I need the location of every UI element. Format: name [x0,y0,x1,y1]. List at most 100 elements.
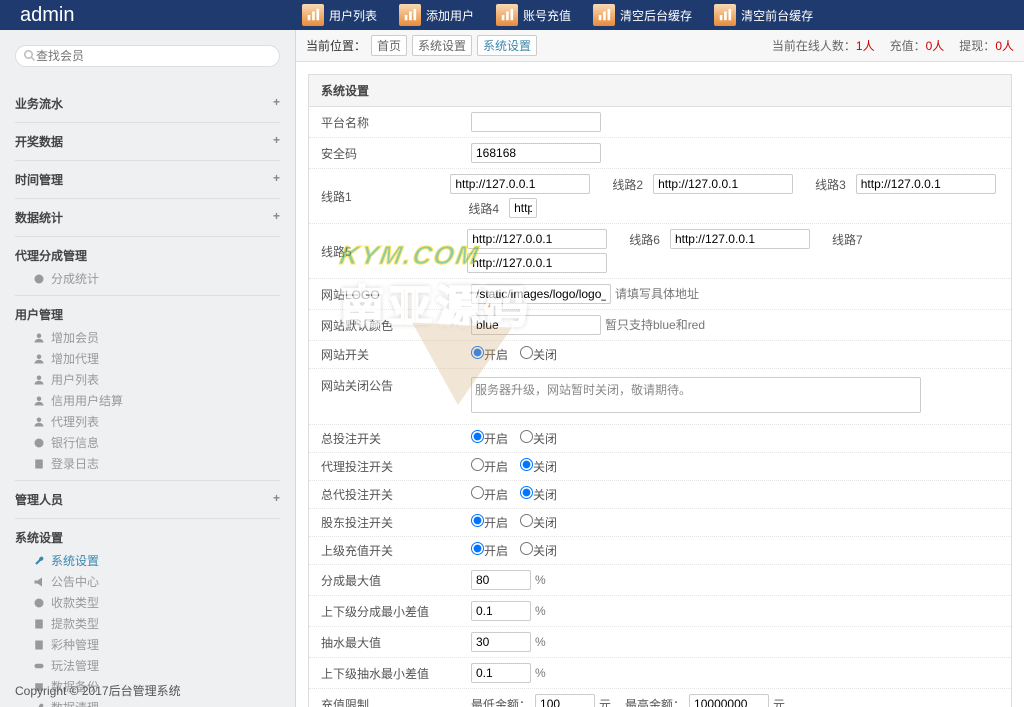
hint-color: 暂只支持blue和red [605,318,705,332]
crumb-home[interactable]: 首页 [371,35,407,56]
menu-biz[interactable]: 业务流水+ [15,91,280,116]
crumb-system[interactable]: 系统设置 [412,35,472,56]
sidebar-lottery-mgmt[interactable]: 彩种管理 [33,634,280,655]
sidebar-user-list[interactable]: 用户列表 [33,369,280,390]
label-platform-name: 平台名称 [321,114,471,131]
label-line3: 线路3 [815,176,846,193]
input-line1[interactable] [450,174,590,194]
input-default-color[interactable] [471,315,601,335]
expand-icon: + [273,209,280,226]
radio-totalbet-off[interactable] [520,430,533,443]
search-icon [24,50,36,62]
input-water-max[interactable] [471,632,531,652]
sidebar-agent-list[interactable]: 代理列表 [33,411,280,432]
horn-icon [33,576,45,588]
topnav-clear-frontend[interactable]: 清空前台缓存 [708,2,819,28]
gear-icon [33,437,45,449]
search-box[interactable] [15,45,280,67]
recharge-count: 0人 [926,39,945,53]
main-content: 当前位置： 首页 系统设置 系统设置 当前在线人数：1人 充值：0人 提现：0人… [296,30,1024,707]
money-icon [33,597,45,609]
radio-sharebet-off[interactable] [520,514,533,527]
topnav-recharge[interactable]: 账号充值 [490,2,577,28]
user-icon [33,332,45,344]
label-recharge-limit: 充值限制 [321,696,471,707]
menu-system-group[interactable]: 系统设置 [15,525,280,550]
radio-generalbet-off[interactable] [520,486,533,499]
input-recharge-low[interactable] [535,694,595,707]
menu-lottery[interactable]: 开奖数据+ [15,129,280,154]
brand-title: admin [0,4,296,27]
label-line6: 线路6 [629,231,660,248]
topnav-clear-backend[interactable]: 清空后台缓存 [587,2,698,28]
crumb-label: 当前位置： [306,37,366,54]
search-input[interactable] [36,49,271,63]
radio-sharebet-on[interactable] [471,514,484,527]
menu-time[interactable]: 时间管理+ [15,167,280,192]
menu-admin-group[interactable]: 管理人员+ [15,487,280,512]
label-site-switch: 网站开关 [321,346,471,363]
input-line6[interactable] [670,229,810,249]
input-line5[interactable] [467,229,607,249]
expand-icon: + [273,95,280,112]
radio-suprecharge-off[interactable] [520,542,533,555]
expand-icon: + [273,171,280,188]
sidebar-login-log[interactable]: 登录日志 [33,453,280,474]
doc-icon [33,618,45,630]
label-safe-code: 安全码 [321,145,471,162]
sidebar-credit-settle[interactable]: 信用用户结算 [33,390,280,411]
input-safe-code[interactable] [471,143,601,163]
input-water-diff[interactable] [471,663,531,683]
user-icon [33,353,45,365]
input-line7[interactable] [467,253,607,273]
input-line3[interactable] [856,174,996,194]
label-shareholder-bet: 股东投注开关 [321,514,471,531]
input-split-max[interactable] [471,570,531,590]
sidebar-system-settings[interactable]: 系统设置 [33,550,280,571]
sidebar-add-member[interactable]: 增加会员 [33,327,280,348]
sidebar-bank-info[interactable]: 银行信息 [33,432,280,453]
settings-panel: 系统设置 平台名称 安全码 线路1 线路2 线路3 线路4 线路5 线路6 线路… [308,74,1012,707]
radio-agentbet-on[interactable] [471,458,484,471]
label-line4: 线路4 [468,200,499,217]
wrench-icon [33,702,45,707]
radio-suprecharge-on[interactable] [471,542,484,555]
menu-agent-group[interactable]: 代理分成管理 [15,243,280,268]
crumb-current[interactable]: 系统设置 [477,35,537,56]
sidebar-announcement[interactable]: 公告中心 [33,571,280,592]
menu-user-group[interactable]: 用户管理 [15,302,280,327]
input-line2[interactable] [653,174,793,194]
sidebar-withdraw-type[interactable]: 提款类型 [33,613,280,634]
radio-site-off[interactable] [520,346,533,359]
textarea-close-notice[interactable] [471,377,921,413]
label-default-color: 网站默认颜色 [321,317,471,334]
label-line7: 线路7 [832,231,863,248]
radio-agentbet-off[interactable] [520,458,533,471]
input-platform-name[interactable] [471,112,601,132]
sidebar-add-agent[interactable]: 增加代理 [33,348,280,369]
input-line4[interactable] [509,198,537,218]
input-logo[interactable] [471,284,611,304]
sidebar: 业务流水+ 开奖数据+ 时间管理+ 数据统计+ 代理分成管理 分成统计 用户管理… [0,30,296,707]
sidebar-agent-stats[interactable]: 分成统计 [33,268,280,289]
radio-totalbet-on[interactable] [471,430,484,443]
chart-icon [399,4,421,26]
label-total-bet: 总投注开关 [321,430,471,447]
label-line5: 线路5 [321,243,467,260]
pie-icon [33,273,45,285]
chart-icon [714,4,736,26]
radio-site-on[interactable] [471,346,484,359]
online-count: 1人 [856,39,875,53]
radio-generalbet-on[interactable] [471,486,484,499]
sidebar-receipt-type[interactable]: 收款类型 [33,592,280,613]
wrench-icon [33,555,45,567]
sidebar-play-mgmt[interactable]: 玩法管理 [33,655,280,676]
topnav-users[interactable]: 用户列表 [296,2,383,28]
breadcrumb-bar: 当前位置： 首页 系统设置 系统设置 当前在线人数：1人 充值：0人 提现：0人 [296,30,1024,62]
menu-stats[interactable]: 数据统计+ [15,205,280,230]
topnav-adduser[interactable]: 添加用户 [393,2,480,28]
label-water-max: 抽水最大值 [321,634,471,651]
label-split-max: 分成最大值 [321,572,471,589]
input-split-diff[interactable] [471,601,531,621]
input-recharge-high[interactable] [689,694,769,707]
